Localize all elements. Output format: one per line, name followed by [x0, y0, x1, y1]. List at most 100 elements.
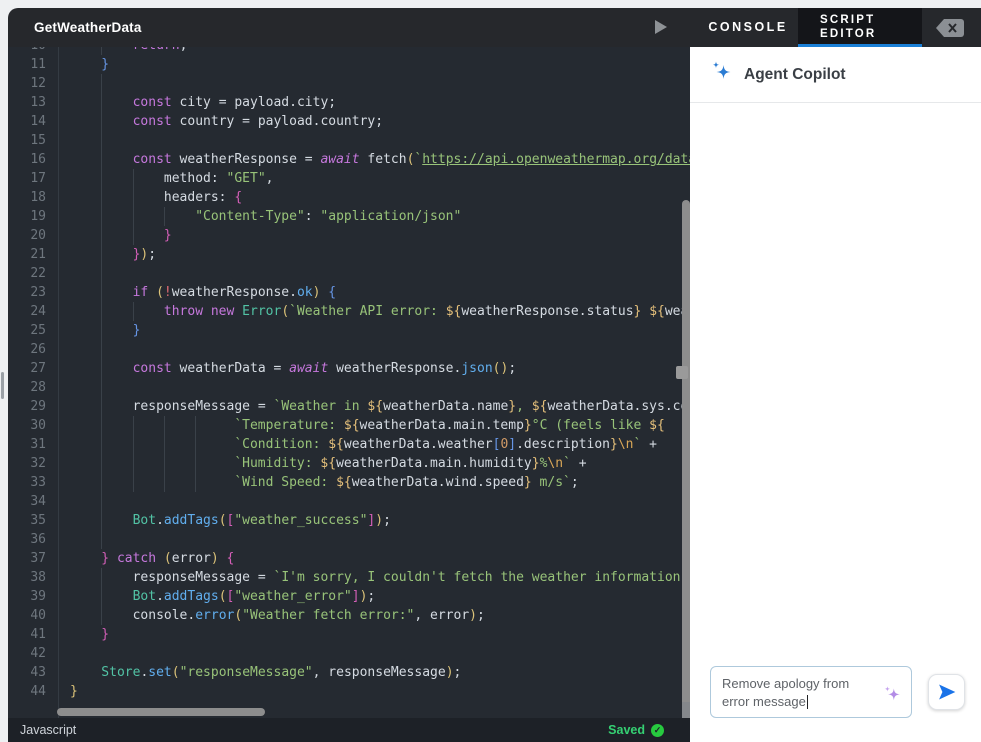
code-line[interactable]: 20} — [8, 226, 690, 245]
saved-label: Saved — [608, 723, 645, 737]
code-line[interactable]: 43 Store.set("responseMessage", responseM… — [8, 663, 690, 682]
code-line[interactable]: 23 if (!weatherResponse.ok) { — [8, 283, 690, 302]
code-line[interactable]: 29 responseMessage = `Weather in ${weathe… — [8, 397, 690, 416]
code-line[interactable]: 10return; — [8, 47, 690, 55]
line-number: 44 — [30, 684, 46, 699]
copilot-sparkle-icon — [710, 60, 734, 89]
line-number: 19 — [30, 209, 46, 224]
line-number: 34 — [30, 494, 46, 509]
run-script-button play-icon[interactable] — [655, 20, 667, 34]
code-line[interactable]: 25} — [8, 321, 690, 340]
tab-script-editor-line1: SCRIPT — [820, 14, 876, 26]
line-number: 24 — [30, 304, 46, 319]
agent-copilot-panel: Agent Copilot Remove apology from error … — [690, 47, 981, 742]
text-caret — [806, 695, 809, 709]
saved-badge: Saved ✓ — [608, 723, 664, 737]
code-lines: 10return;11} 12 13const city = payload.cit… — [8, 47, 690, 701]
close-editor-button backspace-icon[interactable] — [934, 17, 966, 39]
code-line[interactable]: 19 "Content-Type": "application/json" — [8, 207, 690, 226]
code-line[interactable]: 28 — [8, 378, 690, 397]
vertical-scrollbar[interactable] — [682, 200, 690, 712]
copilot-prompt-text: Remove apology from error message — [722, 676, 850, 709]
code-line[interactable]: 42 — [8, 644, 690, 663]
line-number: 17 — [30, 171, 46, 186]
horizontal-scrollbar[interactable] — [57, 708, 265, 716]
status-bar: Javascript Saved ✓ — [8, 718, 690, 742]
code-line[interactable]: 24 throw new Error(`Weather API error: ${… — [8, 302, 690, 321]
code-line[interactable]: 15 — [8, 131, 690, 150]
tab-script-editor-line2: EDITOR — [820, 28, 877, 40]
line-number: 26 — [30, 342, 46, 357]
code-line[interactable]: 17 method: "GET", — [8, 169, 690, 188]
code-line[interactable]: 13 const city = payload.city; — [8, 93, 690, 112]
line-number: 18 — [30, 190, 46, 205]
tab-script-editor[interactable]: SCRIPT EDITOR — [798, 8, 922, 47]
code-line[interactable]: 33 `Wind Speed: ${weatherData.wind.speed… — [8, 473, 690, 492]
code-line[interactable]: 40 console.error("Weather fetch error:", … — [8, 606, 690, 625]
code-line[interactable]: 26 — [8, 340, 690, 359]
input-sparkle-icon — [881, 683, 903, 710]
code-line[interactable]: 34 — [8, 492, 690, 511]
line-number: 25 — [30, 323, 46, 338]
line-number: 28 — [30, 380, 46, 395]
code-line[interactable]: 27 const weatherData = await weatherRespo… — [8, 359, 690, 378]
code-line[interactable]: 31 `Condition: ${weatherData.weather[0].… — [8, 435, 690, 454]
line-number: 15 — [30, 133, 46, 148]
vertical-scrollbar-handle[interactable] — [676, 366, 688, 379]
code-line[interactable]: 41} — [8, 625, 690, 644]
code-line[interactable]: 30 `Temperature: ${weatherData.main.temp… — [8, 416, 690, 435]
language-label: Javascript — [20, 723, 77, 737]
line-number: 21 — [30, 247, 46, 262]
top-bar: GetWeatherData CONSOLE SCRIPT EDITOR — [8, 8, 981, 47]
line-number: 32 — [30, 456, 46, 471]
code-line[interactable]: 21}); — [8, 245, 690, 264]
line-number: 31 — [30, 437, 46, 452]
line-number: 10 — [8, 47, 58, 55]
code-line[interactable]: 16 const weatherResponse = await fetch(`h… — [8, 150, 690, 169]
code-line[interactable]: 12 — [8, 74, 690, 93]
line-number: 38 — [30, 570, 46, 585]
line-number: 30 — [30, 418, 46, 433]
line-number: 29 — [30, 399, 46, 414]
line-number: 13 — [30, 95, 46, 110]
code-line[interactable]: 37} catch (error) { — [8, 549, 690, 568]
line-number: 27 — [30, 361, 46, 376]
scrollbar-corner — [682, 702, 690, 718]
copilot-prompt-input[interactable]: Remove apology from error message — [710, 666, 912, 718]
code-line[interactable]: 36 — [8, 530, 690, 549]
copilot-header: Agent Copilot — [690, 47, 981, 103]
line-number: 12 — [30, 76, 46, 91]
line-number: 41 — [30, 627, 46, 642]
code-line[interactable]: 35 Bot.addTags(["weather_success"]); — [8, 511, 690, 530]
panel-resize-handle[interactable] — [1, 372, 4, 399]
code-line[interactable]: 38 responseMessage = `I'm sorry, I couldn… — [8, 568, 690, 587]
screen: GetWeatherData CONSOLE SCRIPT EDITOR 10r… — [0, 0, 981, 742]
line-number: 42 — [30, 646, 46, 661]
line-number: 20 — [30, 228, 46, 243]
tab-console[interactable]: CONSOLE — [700, 8, 796, 47]
code-editor[interactable]: 10return;11} 12 13const city = payload.cit… — [8, 47, 690, 718]
code-line[interactable]: 11} — [8, 55, 690, 74]
line-number: 11 — [30, 57, 46, 72]
code-line[interactable]: 32 `Humidity: ${weatherData.main.humidit… — [8, 454, 690, 473]
line-number: 39 — [30, 589, 46, 604]
send-icon — [938, 684, 955, 700]
line-number: 40 — [30, 608, 46, 623]
line-number: 43 — [30, 665, 46, 680]
code-line[interactable]: 44} — [8, 682, 690, 701]
line-number: 37 — [30, 551, 46, 566]
line-number: 16 — [30, 152, 46, 167]
code-line[interactable]: 18 headers: { — [8, 188, 690, 207]
send-button[interactable] — [928, 674, 965, 710]
code-line[interactable]: 39 Bot.addTags(["weather_error"]); — [8, 587, 690, 606]
check-icon: ✓ — [651, 723, 664, 737]
line-number: 14 — [30, 114, 46, 129]
line-number: 33 — [30, 475, 46, 490]
line-number: 22 — [30, 266, 46, 281]
line-number: 36 — [30, 532, 46, 547]
copilot-title: Agent Copilot — [744, 65, 846, 83]
line-number: 23 — [30, 285, 46, 300]
code-line[interactable]: 22 — [8, 264, 690, 283]
line-number: 35 — [30, 513, 46, 528]
code-line[interactable]: 14 const country = payload.country; — [8, 112, 690, 131]
